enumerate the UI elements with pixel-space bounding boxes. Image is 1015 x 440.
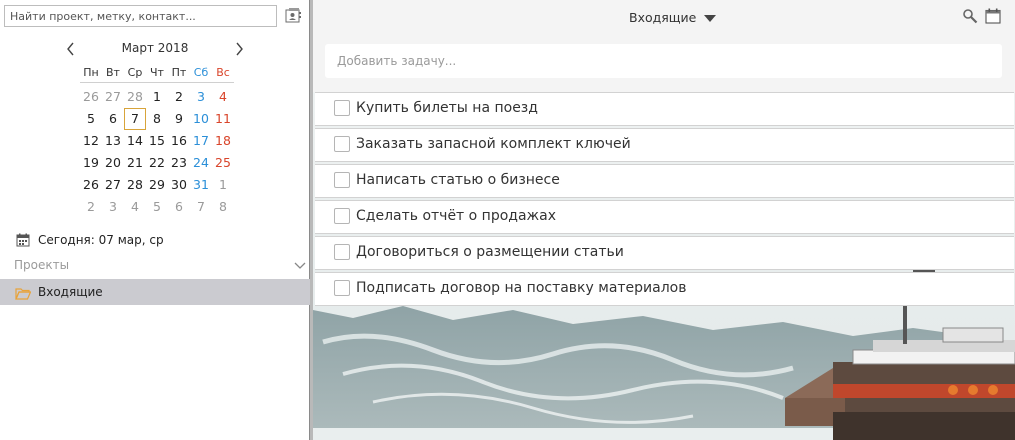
calendar-day-outside-month[interactable]: 27: [102, 86, 124, 108]
main-panel: Входящие Добавить задачу... Купить билет…: [313, 0, 1015, 440]
calendar-day[interactable]: 15: [146, 130, 168, 152]
calendar-day-outside-month[interactable]: 3: [102, 196, 124, 218]
search-input[interactable]: [4, 5, 277, 27]
calendar-day[interactable]: 10: [190, 108, 212, 130]
task-row[interactable]: Договориться о размещении статьи: [315, 236, 1014, 270]
calendar-day[interactable]: 14: [124, 130, 146, 152]
sidebar-search-row: [4, 5, 306, 29]
calendar-day[interactable]: 25: [212, 152, 234, 174]
calendar-day[interactable]: 4: [212, 86, 234, 108]
task-title[interactable]: Написать статью о бизнесе: [356, 172, 560, 188]
calendar-day-outside-month[interactable]: 4: [124, 196, 146, 218]
task-row[interactable]: Заказать запасной комплект ключей: [315, 128, 1014, 162]
calendar-day[interactable]: 29: [146, 174, 168, 196]
task-checkbox[interactable]: [334, 244, 350, 260]
calendar-day[interactable]: 17: [190, 130, 212, 152]
calendar-day[interactable]: 20: [102, 152, 124, 174]
calendar-day-today[interactable]: 7: [124, 108, 146, 130]
task-row[interactable]: Подписать договор на поставку материалов: [315, 272, 1014, 306]
chevron-right-icon[interactable]: [230, 40, 248, 58]
calendar-day[interactable]: 11: [212, 108, 234, 130]
calendar-weekday: Ср: [127, 66, 143, 79]
calendar-day-outside-month[interactable]: 6: [168, 196, 190, 218]
task-list: Купить билеты на поезд Заказать запасной…: [315, 92, 1014, 308]
task-row[interactable]: Написать статью о бизнесе: [315, 164, 1014, 198]
task-title[interactable]: Подписать договор на поставку материалов: [356, 280, 687, 296]
calendar-day[interactable]: 21: [124, 152, 146, 174]
calendar-day[interactable]: 16: [168, 130, 190, 152]
calendar-weekday: Чт: [150, 66, 164, 79]
task-row[interactable]: Сделать отчёт о продажах: [315, 200, 1014, 234]
task-title[interactable]: Сделать отчёт о продажах: [356, 208, 556, 224]
calendar-day[interactable]: 28: [124, 174, 146, 196]
chevron-left-icon[interactable]: [62, 40, 80, 58]
calendar-weekday: Пт: [171, 66, 187, 79]
task-row[interactable]: Купить билеты на поезд: [315, 92, 1014, 126]
calendar-day-outside-month[interactable]: 2: [80, 196, 102, 218]
task-title[interactable]: Купить билеты на поезд: [356, 100, 538, 116]
topbar: Входящие: [313, 0, 1015, 36]
calendar-day[interactable]: 6: [102, 108, 124, 130]
calendar-day[interactable]: 19: [80, 152, 102, 174]
calendar-day[interactable]: 12: [80, 130, 102, 152]
calendar-day[interactable]: 24: [190, 152, 212, 174]
calendar-day[interactable]: 30: [168, 174, 190, 196]
calendar-month-label[interactable]: Март 2018: [90, 41, 220, 55]
calendar-day-outside-month[interactable]: 8: [212, 196, 234, 218]
task-checkbox[interactable]: [334, 280, 350, 296]
calendar-day[interactable]: 3: [190, 86, 212, 108]
calendar-weekday: Вт: [106, 66, 120, 79]
calendar-day-outside-month[interactable]: 7: [190, 196, 212, 218]
calendar-day[interactable]: 8: [146, 108, 168, 130]
calendar-day-outside-month[interactable]: 26: [80, 86, 102, 108]
task-title[interactable]: Договориться о размещении статьи: [356, 244, 624, 260]
sidebar: Март 2018 Пн Вт Ср Чт Пт Сб Вс 262728123…: [0, 0, 310, 440]
task-title[interactable]: Заказать запасной комплект ключей: [356, 136, 631, 152]
calendar-day[interactable]: 2: [168, 86, 190, 108]
contacts-book-icon[interactable]: [284, 7, 302, 25]
calendar-day-outside-month[interactable]: 28: [124, 86, 146, 108]
calendar-day-outside-month[interactable]: 5: [146, 196, 168, 218]
project-item-inbox[interactable]: Входящие: [0, 279, 310, 305]
today-label: Сегодня: 07 мар, ср: [38, 233, 164, 247]
view-title-label: Входящие: [629, 10, 697, 25]
calendar-day-outside-month[interactable]: 1: [212, 174, 234, 196]
task-checkbox[interactable]: [334, 172, 350, 188]
calendar-weekday: Вс: [216, 66, 230, 79]
task-checkbox[interactable]: [334, 208, 350, 224]
add-task-input[interactable]: [325, 44, 1002, 78]
add-task-area: [313, 36, 1015, 92]
task-checkbox[interactable]: [334, 136, 350, 152]
calendar-icon[interactable]: [985, 8, 1001, 24]
folder-open-icon: [15, 285, 32, 300]
calendar-day[interactable]: 13: [102, 130, 124, 152]
calendar-day[interactable]: 31: [190, 174, 212, 196]
calendar-icon: [16, 233, 30, 247]
calendar-weekday: Пн: [83, 66, 99, 79]
calendar-day[interactable]: 26: [80, 174, 102, 196]
calendar-day[interactable]: 1: [146, 86, 168, 108]
calendar-day[interactable]: 23: [168, 152, 190, 174]
caret-down-icon: [704, 11, 717, 26]
calendar-day[interactable]: 5: [80, 108, 102, 130]
view-title-dropdown[interactable]: Входящие: [629, 10, 717, 26]
calendar-day[interactable]: 27: [102, 174, 124, 196]
projects-section-label: Проекты: [14, 258, 70, 272]
calendar-weekday: Сб: [193, 66, 209, 79]
calendar-grid: Пн Вт Ср Чт Пт Сб Вс 26 27 28 1 2 3 4 5 6 7 8 9 10 11…: [80, 64, 234, 218]
calendar-day[interactable]: 9: [168, 108, 190, 130]
calendar-header: Март 2018: [60, 40, 250, 58]
task-checkbox[interactable]: [334, 100, 350, 116]
calendar-day[interactable]: 22: [146, 152, 168, 174]
calendar-day[interactable]: 18: [212, 130, 234, 152]
chevron-down-icon[interactable]: [293, 258, 307, 272]
search-icon[interactable]: [962, 8, 978, 24]
project-item-label: Входящие: [38, 285, 103, 299]
